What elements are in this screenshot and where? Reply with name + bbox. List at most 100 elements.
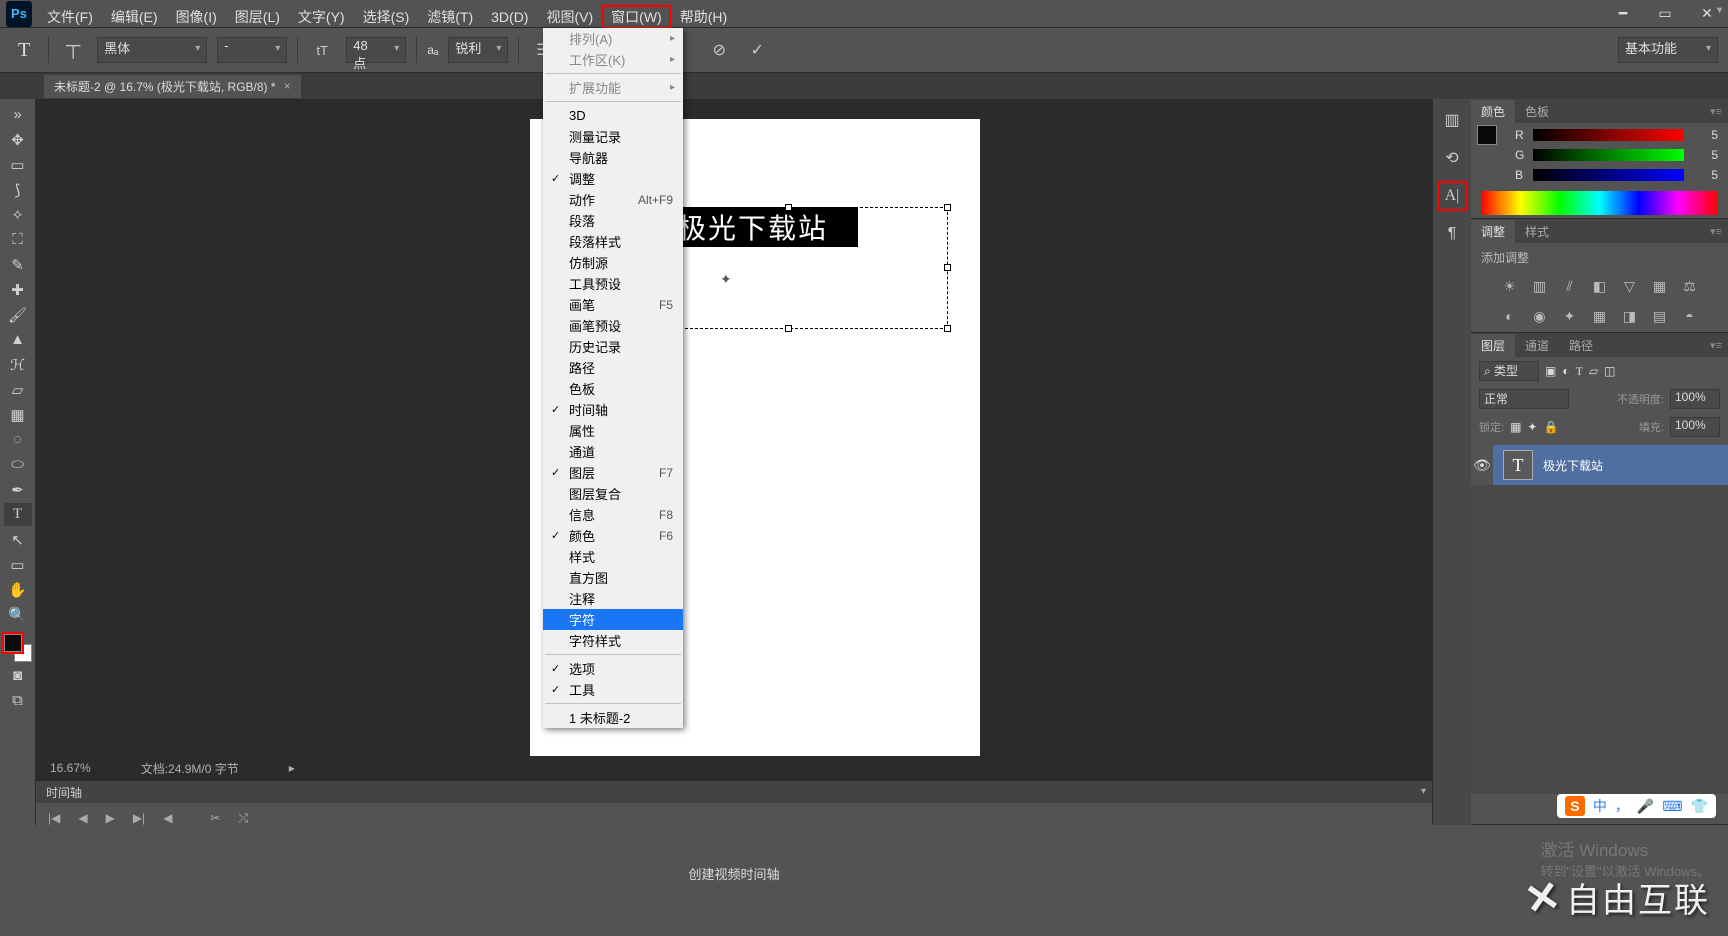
tab-paths[interactable]: 路径 (1559, 334, 1603, 357)
menu-styles[interactable]: 样式 (543, 546, 683, 567)
exposure-icon[interactable]: ◧ (1590, 276, 1610, 296)
fill-input[interactable]: 100% (1670, 417, 1720, 437)
menu-help[interactable]: 帮助(H) (671, 5, 736, 29)
timeline-cut-icon[interactable]: ✂ (210, 811, 220, 825)
menu-tools[interactable]: 工具 (543, 679, 683, 700)
balance-icon[interactable]: ⚖ (1680, 276, 1700, 296)
panel-menu-icon[interactable]: ▾≡ (1704, 225, 1728, 238)
gradient-tool-icon[interactable]: ▦ (4, 403, 32, 426)
ime-toolbar[interactable]: S 中 ， 🎤 ⌨ 👕 (1557, 794, 1716, 818)
tab-styles[interactable]: 样式 (1515, 220, 1559, 243)
menu-select[interactable]: 选择(S) (354, 5, 419, 29)
invert-icon[interactable]: ◨ (1620, 306, 1640, 326)
commit-icon[interactable]: ✓ (743, 36, 771, 64)
menu-info[interactable]: 信息F8 (543, 504, 683, 525)
bw-icon[interactable]: ◐ (1500, 306, 1520, 326)
brightness-icon[interactable]: ☀ (1500, 276, 1520, 296)
move-tool-icon[interactable]: ✥ (4, 128, 32, 151)
channel-mixer-icon[interactable]: ✦ (1560, 306, 1580, 326)
zoom-tool-icon[interactable]: 🔍 (4, 603, 32, 626)
tab-color[interactable]: 颜色 (1471, 100, 1515, 123)
hue-icon[interactable]: ▦ (1650, 276, 1670, 296)
timeline-play-icon[interactable]: ▶ (106, 811, 115, 825)
menu-view[interactable]: 视图(V) (537, 5, 602, 29)
filter-smart-icon[interactable]: ◫ (1604, 364, 1615, 378)
window-minimize[interactable]: ━ (1602, 3, 1644, 25)
font-family-select[interactable]: 黑体 (97, 37, 207, 63)
handle-se[interactable] (944, 325, 951, 332)
filter-type-icon[interactable]: T (1576, 364, 1583, 379)
pen-tool-icon[interactable]: ✒ (4, 478, 32, 501)
text-orientation-icon[interactable]: 丅 (59, 36, 87, 64)
panel-fg-swatch[interactable] (1477, 125, 1497, 145)
posterize-icon[interactable]: ▤ (1650, 306, 1670, 326)
menu-swatches[interactable]: 色板 (543, 378, 683, 399)
type-tool-icon[interactable]: T (4, 503, 32, 526)
menu-image[interactable]: 图像(I) (167, 5, 226, 29)
filter-image-icon[interactable]: ▣ (1545, 364, 1556, 378)
menu-file[interactable]: 文件(F) (38, 5, 102, 29)
menu-doc-1[interactable]: 1 未标题-2 (543, 707, 683, 728)
threshold-icon[interactable]: ◓ (1680, 306, 1700, 326)
blend-mode-select[interactable]: 正常 (1479, 389, 1569, 409)
tab-layers[interactable]: 图层 (1471, 334, 1515, 357)
spectrum-ramp[interactable] (1481, 191, 1718, 215)
dodge-tool-icon[interactable]: ⬭ (4, 453, 32, 476)
font-size-select[interactable]: 48 点 (346, 37, 406, 63)
ime-keyboard-icon[interactable]: ⌨ (1662, 798, 1682, 815)
eraser-tool-icon[interactable]: ▱ (4, 378, 32, 401)
menu-channels[interactable]: 通道 (543, 441, 683, 462)
tab-channels[interactable]: 通道 (1515, 334, 1559, 357)
foreground-swatch[interactable] (4, 634, 22, 652)
tab-adjustments[interactable]: 调整 (1471, 220, 1515, 243)
expand-icon[interactable]: » (4, 103, 32, 126)
menu-tool-presets[interactable]: 工具预设 (543, 273, 683, 294)
handle-e[interactable] (944, 264, 951, 271)
create-timeline-button[interactable]: 创建视频时间轴 (688, 864, 779, 883)
menu-options[interactable]: 选项 (543, 658, 683, 679)
layer-thumbnail[interactable]: T (1503, 450, 1533, 480)
color-swatch[interactable] (4, 634, 32, 662)
curves-icon[interactable]: ⫽ (1560, 276, 1580, 296)
lock-pixels-icon[interactable]: ▦ (1510, 420, 1521, 434)
menu-arrange[interactable]: 排列(A) (543, 28, 683, 49)
menu-window[interactable]: 窗口(W) (602, 5, 671, 29)
blur-tool-icon[interactable]: ◌ (4, 428, 32, 451)
anti-alias-select[interactable]: 锐利 (448, 37, 508, 63)
photo-filter-icon[interactable]: ◉ (1530, 306, 1550, 326)
menu-paragraph[interactable]: 段落 (543, 210, 683, 231)
healing-brush-tool-icon[interactable]: ✚ (4, 278, 32, 301)
layer-item[interactable]: 👁 T 极光下载站 (1471, 445, 1728, 485)
g-value[interactable]: 5 (1690, 148, 1718, 162)
opacity-input[interactable]: 100% (1670, 389, 1720, 409)
menu-adjustments[interactable]: 调整 (543, 168, 683, 189)
menu-clone-source[interactable]: 仿制源 (543, 252, 683, 273)
filter-adjust-icon[interactable]: ◐ (1562, 364, 1569, 378)
layer-name[interactable]: 极光下载站 (1543, 457, 1603, 474)
close-tab-icon[interactable]: × (284, 79, 291, 93)
menu-character-styles[interactable]: 字符样式 (543, 630, 683, 651)
menu-3d[interactable]: 3D (543, 105, 683, 126)
crop-tool-icon[interactable]: ⛶ (4, 228, 32, 251)
menu-color[interactable]: 颜色F6 (543, 525, 683, 546)
handle-ne[interactable] (944, 204, 951, 211)
paragraph-panel-icon[interactable]: ¶ (1439, 221, 1465, 247)
tab-swatches[interactable]: 色板 (1515, 100, 1559, 123)
menu-layers[interactable]: 图层F7 (543, 462, 683, 483)
menu-brush[interactable]: 画笔F5 (543, 294, 683, 315)
character-panel-icon[interactable]: A| (1439, 183, 1465, 209)
g-slider[interactable] (1533, 149, 1684, 161)
marquee-tool-icon[interactable]: ▭ (4, 153, 32, 176)
vibrance-icon[interactable]: ▽ (1620, 276, 1640, 296)
levels-icon[interactable]: ▥ (1530, 276, 1550, 296)
hand-tool-icon[interactable]: ✋ (4, 578, 32, 601)
timeline-next-icon[interactable]: ▶| (133, 811, 145, 825)
menu-layer[interactable]: 图层(L) (226, 5, 289, 29)
r-value[interactable]: 5 (1690, 128, 1718, 142)
quickmask-icon[interactable]: ◙ (4, 664, 32, 687)
lasso-tool-icon[interactable]: ⟆ (4, 178, 32, 201)
menu-navigator[interactable]: 导航器 (543, 147, 683, 168)
doc-info[interactable]: 文档:24.9M/0 字节 (141, 760, 239, 777)
layer-filter-select[interactable]: ⌕ 类型 (1479, 361, 1539, 381)
eyedropper-tool-icon[interactable]: ✎ (4, 253, 32, 276)
